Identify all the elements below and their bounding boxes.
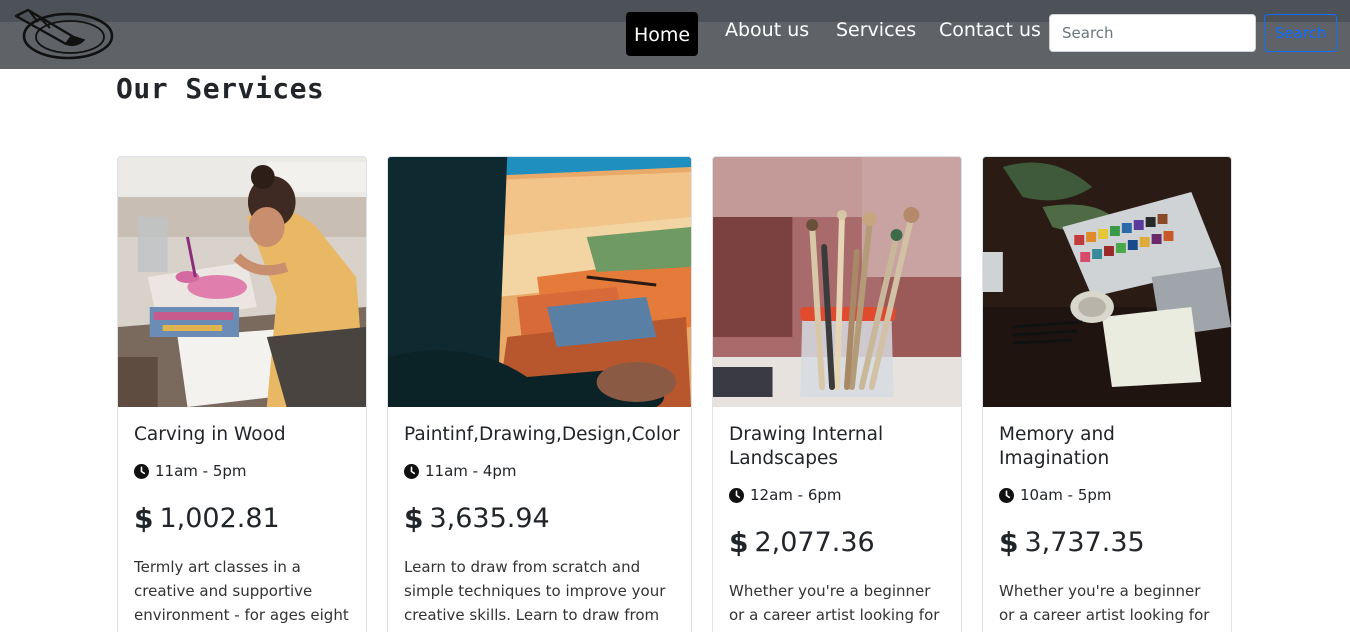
- section-title: Our Services: [116, 72, 325, 105]
- card-time-text: 12am - 6pm: [750, 486, 842, 504]
- card-time: 10am - 5pm: [999, 486, 1219, 504]
- brush-logo-icon[interactable]: [10, 6, 114, 62]
- search-input[interactable]: [1049, 14, 1256, 52]
- service-card[interactable]: Memory and Imagination 10am - 5pm $ 3,73…: [982, 156, 1232, 632]
- clock-icon: [404, 463, 419, 479]
- dollar-icon: $: [134, 502, 154, 535]
- artist-painting-watercolor-photo: [118, 157, 366, 407]
- card-price-value: 1,002.81: [159, 503, 280, 534]
- service-card[interactable]: Carving in Wood 11am - 5pm $ 1,002.81 Te…: [117, 156, 367, 632]
- card-description: Whether you're a beginner or a career ar…: [729, 582, 940, 624]
- card-title: Carving in Wood: [134, 424, 286, 445]
- nav-link-services[interactable]: Services: [836, 12, 916, 56]
- card-description: Whether you're a beginner or a career ar…: [999, 582, 1210, 624]
- card-price-value: 3,737.35: [1024, 527, 1145, 558]
- dollar-icon: $: [999, 526, 1019, 559]
- service-card[interactable]: Drawing Internal Landscapes 12am - 6pm $…: [712, 156, 962, 632]
- card-price: $ 2,077.36: [729, 526, 949, 559]
- dollar-icon: $: [729, 526, 749, 559]
- card-price-value: 3,635.94: [429, 503, 550, 534]
- card-time: 11am - 4pm: [404, 462, 679, 480]
- navbar: Home About us Services Contact us Search: [0, 0, 1350, 69]
- card-time: 11am - 5pm: [134, 462, 354, 480]
- clock-icon: [999, 487, 1014, 503]
- card-title: Paintinf,Drawing,Design,Color: [404, 424, 680, 445]
- card-title: Drawing Internal Landscapes: [729, 424, 884, 469]
- card-description: Learn to draw from scratch and simple te…: [404, 558, 666, 624]
- nav-link-contact[interactable]: Contact us: [939, 12, 1041, 56]
- service-card[interactable]: Paintinf,Drawing,Design,Color 11am - 4pm…: [387, 156, 692, 632]
- watercolor-palette-photo: [983, 157, 1231, 407]
- nav-link-about[interactable]: About us: [725, 12, 809, 56]
- dollar-icon: $: [404, 502, 424, 535]
- card-time-text: 10am - 5pm: [1020, 486, 1112, 504]
- card-price: $ 3,635.94: [404, 502, 679, 535]
- nav-link-home[interactable]: Home: [626, 12, 699, 56]
- clock-icon: [729, 487, 744, 503]
- card-time-text: 11am - 4pm: [425, 462, 517, 480]
- search-button[interactable]: Search: [1264, 14, 1337, 52]
- painting-landscape-canvas-photo: [388, 157, 691, 407]
- card-time: 12am - 6pm: [729, 486, 949, 504]
- card-title: Memory and Imagination: [999, 424, 1115, 469]
- card-price-value: 2,077.36: [754, 527, 875, 558]
- brushes-in-jar-photo: [713, 157, 961, 407]
- card-description: Termly art classes in a creative and sup…: [134, 558, 349, 632]
- card-price: $ 1,002.81: [134, 502, 354, 535]
- card-time-text: 11am - 5pm: [155, 462, 247, 480]
- card-price: $ 3,737.35: [999, 526, 1219, 559]
- clock-icon: [134, 463, 149, 479]
